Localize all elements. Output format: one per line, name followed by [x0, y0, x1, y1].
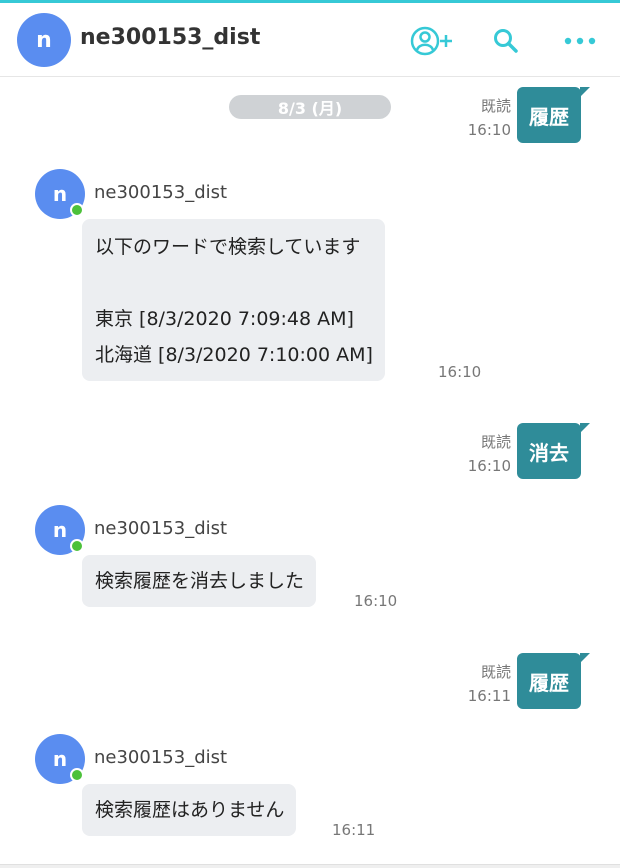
- more-button[interactable]: [558, 21, 602, 61]
- search-icon: [494, 29, 518, 53]
- add-user-button[interactable]: [409, 21, 453, 61]
- sender-name: ne300153_dist: [94, 182, 228, 203]
- message-line: 検索履歴はありません: [95, 799, 285, 821]
- search-button[interactable]: [484, 21, 528, 61]
- add-user-icon: [410, 26, 452, 56]
- message-time: 16:10: [467, 457, 511, 475]
- chat-header: n ne300153_dist: [0, 3, 620, 77]
- read-status: 既読: [480, 663, 511, 681]
- message-line: [95, 265, 373, 301]
- header-avatar[interactable]: n: [17, 13, 71, 67]
- message-line: 以下のワードで検索しています: [95, 236, 361, 258]
- read-status: 既読: [480, 97, 511, 115]
- sender-name: ne300153_dist: [94, 747, 228, 768]
- sent-message-text: 履歴: [529, 670, 569, 695]
- online-status-dot: [70, 768, 84, 782]
- date-separator: 8/3 (月): [229, 95, 391, 119]
- sent-message-text: 消去: [529, 440, 569, 465]
- message-line: 検索履歴を消去しました: [95, 570, 305, 592]
- message-time: 16:11: [467, 687, 511, 705]
- sender-name: ne300153_dist: [94, 518, 228, 539]
- message-time: 16:10: [438, 363, 482, 381]
- received-message-bubble[interactable]: 検索履歴はありません: [82, 784, 297, 836]
- message-list[interactable]: 8/3 (月) 既読 16:10 履歴 n ne300153_dist 以下のワ…: [0, 78, 620, 864]
- message-time: 16:10: [354, 592, 398, 610]
- message-time: 16:11: [332, 821, 376, 839]
- online-status-dot: [70, 539, 84, 553]
- online-status-dot: [70, 203, 84, 217]
- received-message-bubble[interactable]: 検索履歴を消去しました: [82, 555, 317, 607]
- message-line: 東京 [8/3/2020 7:09:48 AM]: [95, 308, 354, 330]
- sent-message-text: 履歴: [529, 104, 569, 129]
- message-time: 16:10: [467, 121, 511, 139]
- message-meta: 既読 16:11: [451, 660, 511, 708]
- sent-message-bubble[interactable]: 履歴: [517, 87, 590, 143]
- message-meta: 既読 16:10: [451, 94, 511, 142]
- message-line: 北海道 [8/3/2020 7:10:00 AM]: [95, 344, 373, 366]
- sent-message-bubble[interactable]: 履歴: [517, 653, 590, 709]
- message-meta: 既読 16:10: [451, 430, 511, 478]
- more-icon: [564, 37, 596, 45]
- sent-message-bubble[interactable]: 消去: [517, 423, 590, 479]
- bottom-divider: [0, 864, 620, 868]
- chat-title: ne300153_dist: [80, 25, 261, 50]
- received-message-bubble[interactable]: 以下のワードで検索しています 東京 [8/3/2020 7:09:48 AM] 北海…: [82, 219, 385, 381]
- read-status: 既読: [480, 433, 511, 451]
- bubble-tail: [580, 653, 590, 663]
- bubble-tail: [580, 423, 590, 433]
- bubble-tail: [580, 87, 590, 97]
